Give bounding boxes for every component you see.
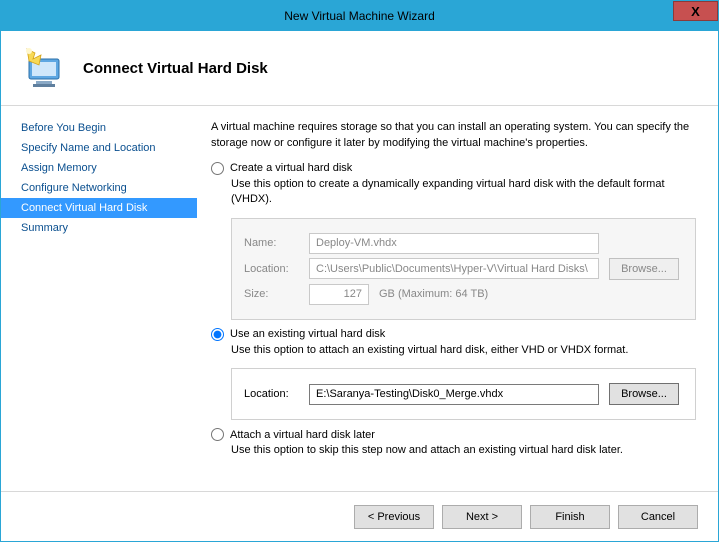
- wizard-sidebar: Before You Begin Specify Name and Locati…: [1, 106, 197, 491]
- option-create-row: Create a virtual hard disk: [211, 162, 696, 175]
- finish-button[interactable]: Finish: [530, 505, 610, 529]
- use-location-label: Location:: [244, 388, 299, 400]
- wizard-body: Before You Begin Specify Name and Locati…: [1, 106, 718, 491]
- cancel-button[interactable]: Cancel: [618, 505, 698, 529]
- sidebar-item-connect-vhd[interactable]: Connect Virtual Hard Disk: [1, 198, 197, 218]
- create-size-label: Size:: [244, 288, 299, 300]
- radio-attach-later[interactable]: [211, 428, 224, 441]
- option-attach-desc: Use this option to skip this step now an…: [231, 443, 696, 458]
- use-box: Location: Browse...: [231, 368, 696, 420]
- wizard-content: A virtual machine requires storage so th…: [197, 106, 718, 491]
- next-button[interactable]: Next >: [442, 505, 522, 529]
- create-location-input: [309, 258, 599, 279]
- wizard-footer: < Previous Next > Finish Cancel: [1, 491, 718, 541]
- wizard-icon: [19, 43, 69, 93]
- sidebar-item-summary[interactable]: Summary: [1, 218, 197, 238]
- radio-use-existing-vhd[interactable]: [211, 328, 224, 341]
- create-browse-button: Browse...: [609, 258, 679, 280]
- sidebar-item-before-you-begin[interactable]: Before You Begin: [1, 118, 197, 138]
- sidebar-item-configure-networking[interactable]: Configure Networking: [1, 178, 197, 198]
- use-location-input[interactable]: [309, 384, 599, 405]
- create-size-input: [309, 284, 369, 305]
- use-browse-button[interactable]: Browse...: [609, 383, 679, 405]
- sidebar-item-assign-memory[interactable]: Assign Memory: [1, 158, 197, 178]
- option-use-label: Use an existing virtual hard disk: [230, 328, 385, 340]
- option-use-row: Use an existing virtual hard disk: [211, 328, 696, 341]
- option-attach-row: Attach a virtual hard disk later: [211, 428, 696, 441]
- option-attach-label: Attach a virtual hard disk later: [230, 429, 375, 441]
- close-button[interactable]: X: [673, 1, 718, 21]
- close-icon: X: [691, 4, 700, 19]
- radio-create-vhd[interactable]: [211, 162, 224, 175]
- option-create-desc: Use this option to create a dynamically …: [231, 177, 696, 208]
- create-box: Name: Location: Browse... Size: GB (Maxi…: [231, 218, 696, 320]
- create-size-suffix: GB (Maximum: 64 TB): [379, 288, 488, 300]
- create-location-label: Location:: [244, 263, 299, 275]
- window-title: New Virtual Machine Wizard: [284, 9, 435, 23]
- option-use-desc: Use this option to attach an existing vi…: [231, 343, 696, 358]
- page-title: Connect Virtual Hard Disk: [83, 60, 268, 77]
- intro-text: A virtual machine requires storage so th…: [211, 120, 696, 152]
- create-name-input: [309, 233, 599, 254]
- wizard-header: Connect Virtual Hard Disk: [1, 31, 718, 106]
- previous-button[interactable]: < Previous: [354, 505, 434, 529]
- wizard-window: New Virtual Machine Wizard X Connect Vir…: [0, 0, 719, 542]
- sidebar-item-specify-name[interactable]: Specify Name and Location: [1, 138, 197, 158]
- create-name-label: Name:: [244, 237, 299, 249]
- titlebar: New Virtual Machine Wizard X: [1, 1, 718, 31]
- option-create-label: Create a virtual hard disk: [230, 162, 352, 174]
